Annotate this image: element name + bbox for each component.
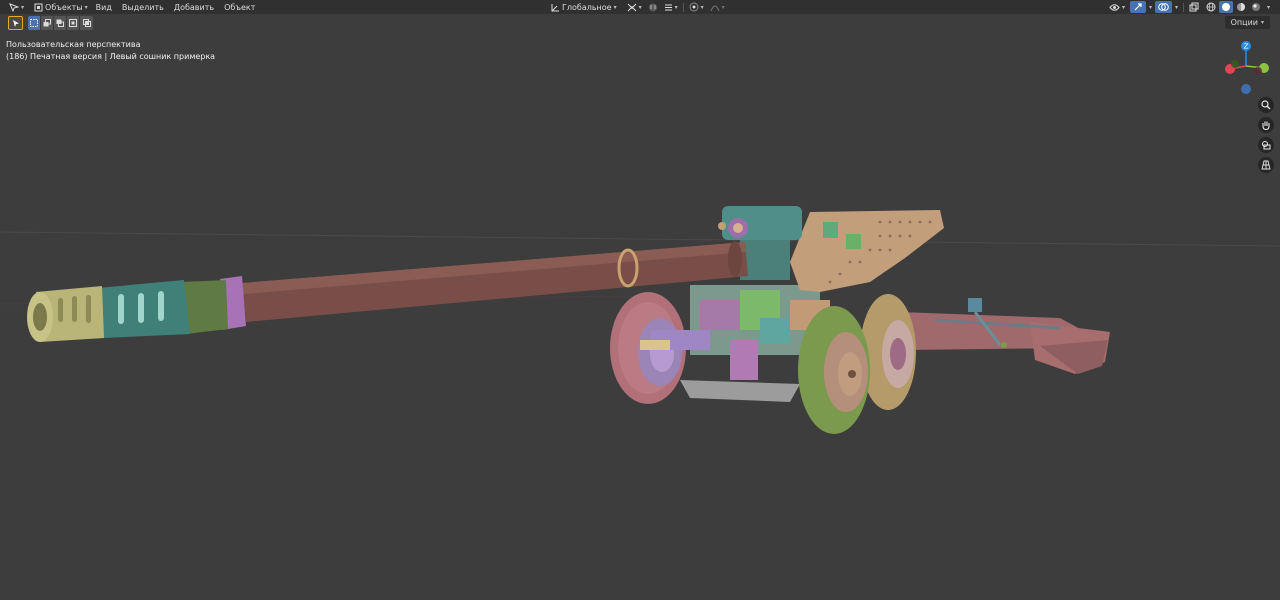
shading-mode-group: ▾ (1204, 1, 1273, 13)
grid-perspective-icon (1261, 160, 1271, 170)
transform-orientation-icon (551, 3, 559, 11)
wireframe-shading-icon (1206, 2, 1216, 12)
grid-horizon-line (0, 231, 1280, 247)
mode-label: Объекты (45, 2, 83, 12)
view-name-label: Пользовательская перспектива (6, 40, 141, 49)
pan-button[interactable] (1258, 117, 1274, 133)
snap-icon (648, 3, 657, 11)
falloff-selector[interactable]: ▾ (707, 1, 728, 13)
navigation-gizmo[interactable]: Z (1218, 36, 1274, 96)
zoom-icon (1261, 100, 1271, 110)
mode-selector[interactable]: Объекты ▾ (31, 1, 91, 13)
menu-view[interactable]: Вид (91, 1, 117, 13)
select-cursor-icon (12, 19, 19, 27)
pivot-point-selector[interactable]: ▾ (624, 1, 645, 13)
camera-view-button[interactable] (1258, 137, 1274, 153)
snap-target-selector[interactable]: ▾ (661, 1, 681, 13)
overlays-toggle[interactable] (1155, 1, 1173, 13)
separator (1183, 2, 1185, 12)
options-dropdown[interactable]: Опции ▾ (1224, 16, 1270, 29)
shading-dropdown[interactable]: ▾ (1264, 1, 1273, 13)
gizmo-toggle-icon (1134, 3, 1142, 11)
visibility-icon (1109, 3, 1120, 11)
snap-toggle[interactable] (645, 1, 661, 13)
select-new-button[interactable] (28, 16, 41, 30)
overlays-icon (1158, 3, 1169, 11)
transform-orientation-selector[interactable]: Глобальное ▾ (548, 1, 620, 13)
object-mode-icon (34, 3, 43, 11)
xray-toggle[interactable] (1186, 1, 1202, 13)
object-info-label: (186) Печатная версия | Левый сошник при… (6, 52, 216, 61)
howitzer-model (27, 206, 1110, 434)
select-invert-icon (69, 19, 77, 27)
select-subtract-button[interactable] (54, 16, 67, 30)
gizmo-dropdown[interactable]: ▾ (1146, 1, 1155, 13)
material-shading-icon (1237, 3, 1246, 11)
hand-icon (1262, 121, 1270, 130)
z-axis-label: Z (1244, 43, 1249, 51)
3d-viewport[interactable] (0, 0, 1280, 600)
selection-mode-group (28, 16, 93, 30)
select-intersect-icon (82, 19, 91, 27)
editor-type-selector[interactable]: ▾ (6, 1, 27, 13)
falloff-curve-icon (710, 5, 720, 11)
select-new-icon (30, 19, 38, 27)
right-wheels (798, 294, 916, 434)
zoom-button[interactable] (1258, 97, 1274, 113)
select-tool-button[interactable] (8, 16, 23, 30)
perspective-toggle-button[interactable] (1258, 157, 1274, 173)
trail (900, 298, 1110, 374)
cursor-tool-icon (9, 2, 19, 12)
select-extend-button[interactable] (41, 16, 54, 30)
snap-target-icon (664, 4, 672, 10)
select-subtract-icon (56, 19, 64, 27)
gun-shield (790, 210, 944, 292)
proportional-editing-toggle[interactable]: ▾ (686, 1, 707, 13)
xray-icon (1189, 2, 1199, 12)
solid-shading-button[interactable] (1219, 1, 1234, 13)
viewport-header: ▾ Объекты ▾ Вид Выделить Добавить Объект… (0, 0, 1280, 14)
rendered-shading-button[interactable] (1249, 1, 1263, 13)
rendered-shading-icon (1252, 3, 1261, 11)
pivot-point-icon (627, 3, 636, 11)
visibility-selector[interactable]: ▾ (1106, 1, 1128, 13)
menu-object[interactable]: Объект (219, 1, 260, 13)
neg-y-axis-handle (1231, 60, 1239, 68)
options-label: Опции (1230, 18, 1258, 27)
tool-header: Опции ▾ (0, 14, 1280, 32)
orientation-label: Глобальное (562, 2, 612, 12)
proportional-editing-icon (689, 2, 699, 12)
separator (682, 2, 684, 12)
select-intersect-button[interactable] (80, 16, 93, 30)
neg-z-axis-handle (1241, 84, 1251, 94)
menu-add[interactable]: Добавить (169, 1, 219, 13)
overlays-dropdown[interactable]: ▾ (1172, 1, 1181, 13)
select-extend-icon (43, 19, 51, 27)
wireframe-shading-button[interactable] (1204, 1, 1218, 13)
material-shading-button[interactable] (1234, 1, 1248, 13)
menu-select[interactable]: Выделить (117, 1, 169, 13)
gizmo-toggle[interactable] (1130, 1, 1147, 13)
neg-x-axis-handle (1254, 67, 1262, 75)
blender-window: ▾ Объекты ▾ Вид Выделить Добавить Объект… (0, 0, 1280, 600)
camera-icon (1262, 141, 1271, 150)
select-invert-button[interactable] (67, 16, 80, 30)
solid-shading-icon (1222, 3, 1231, 11)
